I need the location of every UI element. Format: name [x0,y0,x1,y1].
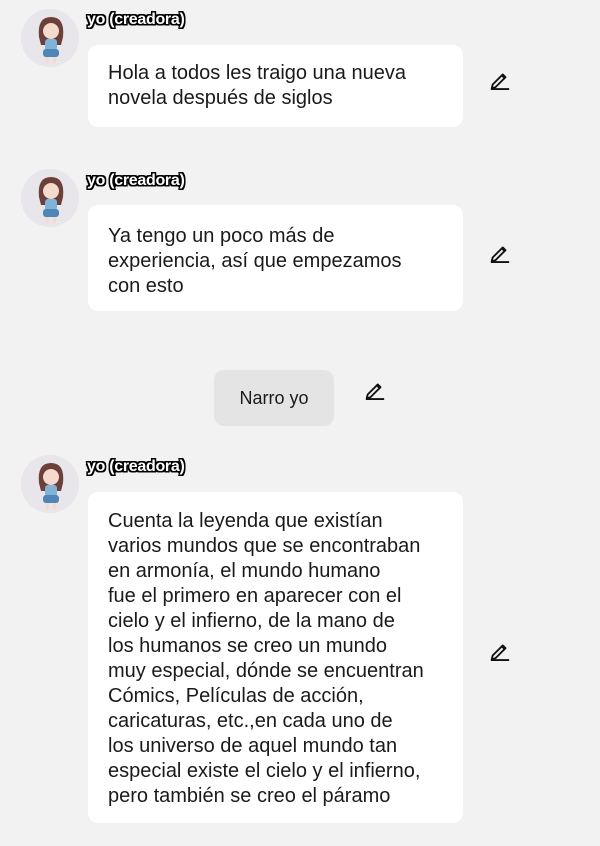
message-author: yo (creadora) [87,11,185,28]
narration-text: Narro yo [239,388,309,408]
narration-bubble[interactable]: Narro yo [214,370,334,426]
avatar-girl-icon [21,9,79,67]
pencil-edit-icon[interactable] [489,68,511,90]
pencil-edit-icon[interactable] [489,241,511,263]
avatar[interactable] [21,169,79,227]
pencil-edit-icon[interactable] [364,378,386,400]
avatar-girl-icon [21,169,79,227]
message-text: Hola a todos les traigo una nueva novela… [108,62,406,109]
message-author: yo (creadora) [87,458,185,475]
message-bubble[interactable]: Ya tengo un poco más de experiencia, así… [88,205,463,311]
message-text: Ya tengo un poco más de experiencia, así… [108,225,402,297]
message-bubble[interactable]: Hola a todos les traigo una nueva novela… [88,45,463,127]
message-author: yo (creadora) [87,172,185,189]
pencil-edit-icon[interactable] [489,639,511,661]
avatar[interactable] [21,455,79,513]
avatar-girl-icon [21,455,79,513]
avatar[interactable] [21,9,79,67]
message-text: Cuenta la leyenda que existían varios mu… [108,510,424,807]
message-bubble[interactable]: Cuenta la leyenda que existían varios mu… [88,492,463,823]
